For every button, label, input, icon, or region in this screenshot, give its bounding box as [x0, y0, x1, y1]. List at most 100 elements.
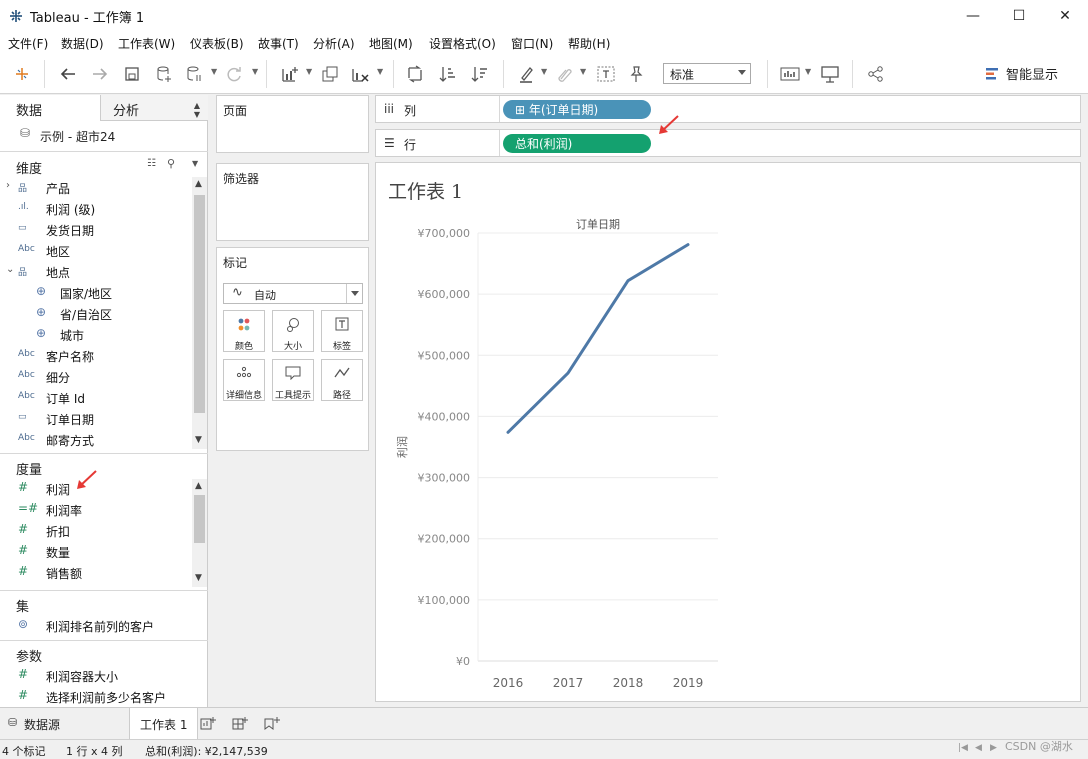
- fit-select[interactable]: 标准: [663, 63, 751, 84]
- save-icon[interactable]: [122, 64, 142, 84]
- label-button[interactable]: 标签: [321, 310, 363, 352]
- datasource-item[interactable]: ⛁ 示例 - 超市24: [0, 125, 208, 147]
- field-order-date[interactable]: ▭ 订单日期: [0, 409, 190, 430]
- new-datasource-icon[interactable]: [154, 64, 174, 84]
- new-worksheet-icon[interactable]: [280, 64, 300, 84]
- tooltip-button[interactable]: 工具提示: [272, 359, 314, 401]
- field-region[interactable]: Abc 地区: [0, 241, 190, 262]
- menu-worksheet[interactable]: 工作表(W): [118, 35, 175, 52]
- caret-down-icon[interactable]: ▼: [211, 67, 217, 76]
- caret-down-icon[interactable]: ▼: [541, 67, 547, 76]
- path-button[interactable]: 路径: [321, 359, 363, 401]
- new-dashboard-icon[interactable]: [232, 716, 248, 736]
- field-profit-bin-size[interactable]: # 利润容器大小: [0, 666, 190, 687]
- pages-card[interactable]: 页面: [216, 95, 369, 153]
- group-members-icon[interactable]: [554, 64, 574, 84]
- mark-type-select[interactable]: ∿ 自动: [223, 283, 363, 304]
- presentation-mode-icon[interactable]: [820, 64, 840, 84]
- tab-analysis[interactable]: 分析 ▲ ▼: [100, 95, 208, 121]
- tab-data[interactable]: 数据: [0, 95, 100, 121]
- search-icon[interactable]: ⚲: [167, 157, 175, 170]
- show-cards-icon[interactable]: [780, 64, 800, 84]
- field-profit-bin[interactable]: .ıl. 利润 (级): [0, 199, 190, 220]
- datasource-tab[interactable]: 数据源: [14, 708, 70, 739]
- rows-shelf[interactable]: ☰ 行 总和(利润): [375, 129, 1081, 157]
- sheet-tab-1[interactable]: 工作表 1: [129, 708, 199, 739]
- field-discount[interactable]: # 折扣: [0, 521, 190, 542]
- duplicate-sheet-icon[interactable]: [320, 64, 340, 84]
- new-story-icon[interactable]: [264, 716, 280, 736]
- color-button[interactable]: 颜色: [223, 310, 265, 352]
- caret-down-icon[interactable]: ▼: [377, 67, 383, 76]
- scroll-thumb[interactable]: [194, 495, 205, 543]
- menu-window[interactable]: 窗口(N): [511, 35, 553, 52]
- field-country[interactable]: ⊕ 国家/地区: [0, 283, 190, 304]
- sheet-nav-first-icon[interactable]: |◀: [958, 743, 968, 753]
- show-me-button[interactable]: 智能显示: [1006, 64, 1058, 83]
- pin-icon[interactable]: [626, 64, 646, 84]
- field-city[interactable]: ⊕ 城市: [0, 325, 190, 346]
- undo-icon[interactable]: [58, 64, 78, 84]
- sort-ascending-icon[interactable]: [438, 64, 458, 84]
- field-top-n-customers[interactable]: # 选择利润前多少名客户: [0, 687, 190, 708]
- line-chart[interactable]: 订单日期 ¥0 ¥100,000 ¥200,000 ¥300,000 ¥400,000 ¥5…: [376, 163, 1080, 701]
- menu-file[interactable]: 文件(F): [8, 35, 48, 52]
- share-icon[interactable]: [866, 64, 886, 84]
- swap-rows-columns-icon[interactable]: [405, 64, 425, 84]
- field-province[interactable]: ⊕ 省/自治区: [0, 304, 190, 325]
- field-segment[interactable]: Abc 细分: [0, 367, 190, 388]
- menu-data[interactable]: 数据(D): [61, 35, 104, 52]
- caret-down-icon[interactable]: ▼: [805, 67, 811, 76]
- menu-map[interactable]: 地图(M): [369, 35, 413, 52]
- chevron-up-icon[interactable]: ▲: [195, 179, 202, 189]
- columns-shelf[interactable]: iii 列 ⊞ 年(订单日期): [375, 95, 1081, 123]
- size-button[interactable]: 大小: [272, 310, 314, 352]
- field-customer-name[interactable]: Abc 客户名称: [0, 346, 190, 367]
- chevron-up-icon[interactable]: ▲: [195, 481, 202, 491]
- sort-descending-icon[interactable]: [470, 64, 490, 84]
- menu-analysis[interactable]: 分析(A): [313, 35, 355, 52]
- show-me-icon[interactable]: [982, 64, 1002, 84]
- minimize-button[interactable]: —: [950, 0, 996, 32]
- show-labels-icon[interactable]: [596, 64, 616, 84]
- caret-down-icon[interactable]: ▼: [306, 67, 312, 76]
- clear-sheet-icon[interactable]: [350, 64, 370, 84]
- field-quantity[interactable]: # 数量: [0, 542, 190, 563]
- menu-help[interactable]: 帮助(H): [568, 35, 610, 52]
- field-product[interactable]: › 品 产品: [0, 178, 190, 199]
- columns-pill[interactable]: ⊞ 年(订单日期): [503, 100, 651, 119]
- chevron-right-icon[interactable]: ›: [6, 180, 10, 191]
- field-ship-date[interactable]: ▭ 发货日期: [0, 220, 190, 241]
- tableau-home-icon[interactable]: [12, 64, 32, 84]
- scroll-thumb[interactable]: [194, 195, 205, 413]
- sheet-nav-prev-icon[interactable]: ◀: [975, 743, 982, 753]
- pause-updates-icon[interactable]: [184, 64, 204, 84]
- caret-down-icon[interactable]: ▼: [580, 67, 586, 76]
- close-button[interactable]: ✕: [1042, 0, 1088, 32]
- sheet-nav-next-icon[interactable]: ▶: [990, 743, 997, 753]
- menu-dashboard[interactable]: 仪表板(B): [190, 35, 244, 52]
- highlight-pen-icon[interactable]: [516, 64, 536, 84]
- redo-icon[interactable]: [90, 64, 110, 84]
- measures-scrollbar[interactable]: ▲ ▼: [192, 479, 207, 587]
- chevron-down-icon[interactable]: ⌄: [6, 264, 14, 275]
- rows-pill[interactable]: 总和(利润): [503, 134, 651, 153]
- chevron-down-icon[interactable]: ▼: [195, 435, 202, 445]
- field-order-id[interactable]: Abc 订单 Id: [0, 388, 190, 409]
- filters-card[interactable]: 筛选器: [216, 163, 369, 241]
- chevron-down-icon[interactable]: ▼: [192, 159, 198, 168]
- menu-format[interactable]: 设置格式(O): [429, 35, 496, 52]
- maximize-button[interactable]: ☐: [996, 0, 1042, 32]
- detail-button[interactable]: 详细信息: [223, 359, 265, 401]
- list-view-icon[interactable]: ☷: [147, 158, 156, 169]
- dimensions-scrollbar[interactable]: ▲ ▼: [192, 177, 207, 449]
- viz-canvas[interactable]: 工作表 1 订单日期 ¥0 ¥100,000 ¥200,000 ¥300,000 ¥400…: [375, 162, 1081, 702]
- field-ship-mode[interactable]: Abc 邮寄方式: [0, 430, 190, 451]
- field-sales[interactable]: # 销售额: [0, 563, 190, 584]
- caret-down-icon[interactable]: ▼: [252, 67, 258, 76]
- new-worksheet-icon[interactable]: [200, 716, 216, 736]
- field-location[interactable]: ⌄ 品 地点: [0, 262, 190, 283]
- field-top-customers-set[interactable]: ⊚ 利润排名前列的客户: [0, 616, 190, 637]
- field-profit-ratio[interactable]: =# 利润率: [0, 500, 190, 521]
- refresh-icon[interactable]: [224, 64, 244, 84]
